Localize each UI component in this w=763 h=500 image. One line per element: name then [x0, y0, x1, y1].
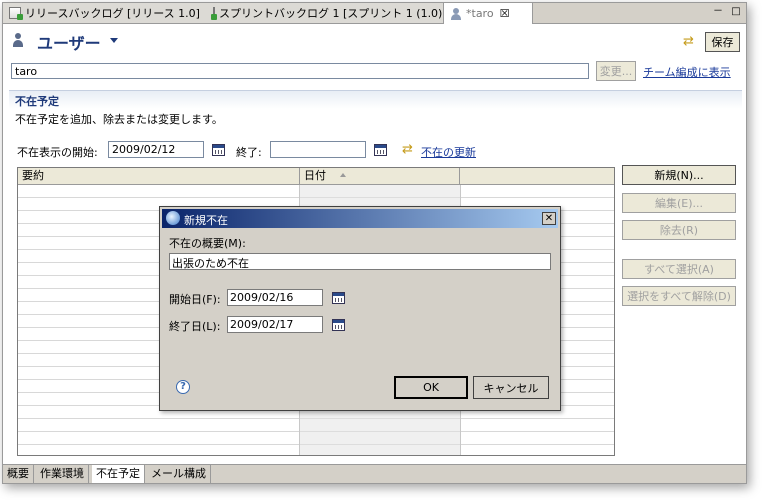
calendar-icon[interactable] — [332, 319, 345, 331]
start-date-label: 開始日(F): — [169, 293, 221, 306]
editor-header: ユーザー ⇄ 保存 — [3, 24, 746, 57]
section-header — [9, 90, 742, 109]
ok-button[interactable]: OK — [394, 376, 468, 399]
page-title: ユーザー — [37, 34, 101, 53]
update-absences-link[interactable]: 不在の更新 — [421, 144, 476, 160]
range-start-label: 不在表示の開始: — [17, 146, 98, 159]
tab-absences[interactable]: 不在予定 — [92, 465, 145, 483]
calendar-icon[interactable] — [212, 144, 225, 156]
username-field[interactable]: taro — [11, 63, 589, 79]
section-title: 不在予定 — [15, 95, 59, 108]
user-icon — [450, 7, 462, 20]
user-icon — [12, 33, 24, 47]
column-extra[interactable] — [460, 168, 614, 184]
column-summary[interactable]: 要約 — [18, 168, 300, 184]
start-date-field[interactable]: 2009/02/16 — [227, 289, 323, 306]
minimize-icon[interactable]: － — [712, 6, 724, 17]
tab-label: *taro — [466, 7, 494, 20]
end-date-field[interactable]: 2009/02/17 — [227, 316, 323, 333]
sync-icon[interactable]: ⇄ — [683, 35, 697, 49]
tab-sprint-backlog[interactable]: スプリントバックログ 1 [スプリント 1 (1.0)] — [207, 3, 452, 23]
chevron-down-icon[interactable] — [110, 38, 118, 43]
calendar-icon[interactable] — [374, 144, 387, 156]
backlog-icon — [9, 7, 23, 20]
editor-tab-bar: リリースバックログ [リリース 1.0] スプリントバックログ 1 [スプリント… — [3, 3, 746, 24]
editor-window: リリースバックログ [リリース 1.0] スプリントバックログ 1 [スプリント… — [2, 2, 747, 484]
summary-field[interactable]: 出張のため不在 — [169, 253, 551, 270]
dialog-title: 新規不在 — [184, 214, 228, 227]
remove-button[interactable]: 除去(R) — [622, 220, 736, 240]
column-date[interactable]: 日付 — [300, 168, 460, 184]
tab-release-backlog[interactable]: リリースバックログ [リリース 1.0] — [3, 3, 216, 23]
change-button[interactable]: 変更... — [596, 61, 636, 81]
summary-label: 不在の概要(M): — [169, 237, 246, 250]
tab-work-environment[interactable]: 作業環境 — [36, 465, 89, 483]
calendar-icon[interactable] — [332, 292, 345, 304]
help-icon[interactable]: ? — [176, 380, 190, 394]
end-date-label: 終了日(L): — [169, 320, 221, 333]
tab-label: リリースバックログ [リリース 1.0] — [25, 7, 200, 20]
backlog-icon — [211, 7, 217, 20]
refresh-icon[interactable]: ⇄ — [402, 142, 413, 157]
bottom-tab-bar: 概要 作業環境 不在予定 メール構成 — [3, 464, 746, 483]
table-header: 要約 日付 — [18, 168, 614, 185]
dialog-titlebar[interactable]: 新規不在 ✕ — [162, 209, 558, 228]
tab-overview[interactable]: 概要 — [3, 465, 34, 483]
team-membership-link[interactable]: チーム編成に表示 — [643, 64, 731, 80]
edit-button[interactable]: 編集(E)... — [622, 193, 736, 213]
new-button[interactable]: 新規(N)... — [622, 165, 736, 185]
select-all-button[interactable]: すべて選択(A) — [622, 259, 736, 279]
close-icon[interactable]: ✕ — [542, 212, 556, 225]
deselect-all-button[interactable]: 選択をすべて解除(D) — [622, 286, 736, 306]
maximize-icon[interactable]: □ — [730, 6, 742, 17]
section-description: 不在予定を追加、除去または変更します。 — [15, 113, 223, 126]
tab-label: スプリントバックログ 1 [スプリント 1 (1.0)] — [219, 7, 447, 20]
sort-ascending-icon — [340, 173, 346, 177]
range-end-label: 終了: — [236, 146, 262, 159]
tab-mail-config[interactable]: メール構成 — [147, 465, 211, 483]
tab-user-taro[interactable]: *taro ☒ — [443, 3, 533, 24]
range-start-field[interactable]: 2009/02/12 — [108, 141, 204, 158]
save-button[interactable]: 保存 — [705, 32, 740, 52]
range-end-field[interactable] — [270, 141, 366, 158]
globe-icon — [166, 211, 180, 225]
close-tab-icon[interactable]: ☒ — [500, 7, 510, 20]
cancel-button[interactable]: キャンセル — [473, 376, 549, 399]
new-absence-dialog: 新規不在 ✕ 不在の概要(M): 出張のため不在 開始日(F): 2009/02… — [159, 206, 561, 411]
